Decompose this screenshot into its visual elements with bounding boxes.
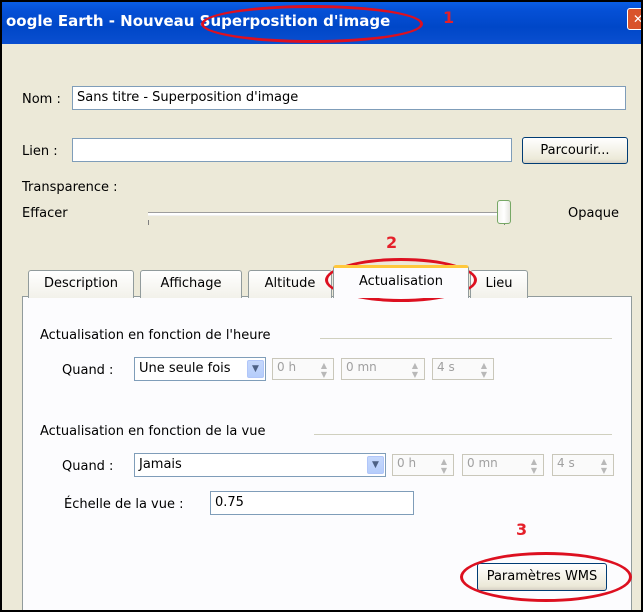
refresh-time-when-label: Quand : (62, 363, 114, 378)
tab-lieu[interactable]: Lieu (470, 270, 528, 298)
refresh-time-when-value: Une seule fois (139, 361, 231, 376)
refresh-time-when-select[interactable]: Une seule fois ▼ (134, 357, 266, 381)
browse-button[interactable]: Parcourir... (522, 137, 628, 164)
view-scale-label: Échelle de la vue : (64, 497, 184, 512)
refresh-view-when-select[interactable]: Jamais ▼ (134, 453, 386, 477)
transparency-slider-thumb[interactable] (497, 200, 511, 224)
refresh-view-hours-value: 0 h (397, 456, 417, 470)
spin-up-down-icon[interactable]: ▲ ▼ (477, 361, 491, 379)
refresh-time-hours-spinner[interactable]: 0 h ▲ ▼ (272, 358, 334, 380)
wms-settings-button[interactable]: Paramètres WMS (477, 563, 607, 591)
spin-up-down-icon[interactable]: ▲ ▼ (527, 457, 541, 475)
group-divider (314, 434, 612, 435)
spin-up-down-icon[interactable]: ▲ ▼ (317, 361, 331, 379)
transparency-label: Transparence : (22, 180, 118, 195)
tab-description[interactable]: Description (28, 270, 134, 298)
slider-max-label: Opaque (568, 206, 619, 221)
spin-up-down-icon[interactable]: ▲ ▼ (408, 361, 422, 379)
refresh-time-group-title: Actualisation en fonction de l'heure (40, 328, 271, 343)
tab-actualisation[interactable]: Actualisation (333, 265, 469, 298)
group-divider (320, 338, 612, 339)
name-input[interactable]: Sans titre - Superposition d'image (72, 86, 626, 110)
name-label: Nom : (22, 92, 61, 107)
refresh-time-minutes-value: 0 mn (346, 360, 377, 374)
refresh-time-seconds-value: 4 s (437, 360, 455, 374)
refresh-time-hours-value: 0 h (277, 360, 297, 374)
tab-affichage[interactable]: Affichage (140, 270, 242, 298)
spin-up-down-icon[interactable]: ▲ ▼ (437, 457, 451, 475)
close-icon[interactable]: ✕ (627, 8, 643, 30)
link-label: Lien : (22, 144, 58, 159)
spin-up-down-icon[interactable]: ▲ ▼ (597, 457, 611, 475)
refresh-view-when-value: Jamais (139, 457, 182, 472)
transparency-slider-track[interactable] (148, 212, 508, 216)
refresh-view-when-label: Quand : (62, 459, 114, 474)
slider-tick-start (148, 220, 149, 225)
window-title: oogle Earth - Nouveau Superposition d'im… (6, 12, 391, 30)
refresh-time-seconds-spinner[interactable]: 4 s ▲ ▼ (432, 358, 494, 380)
chevron-down-icon[interactable]: ▼ (367, 456, 384, 474)
refresh-view-group-title: Actualisation en fonction de la vue (40, 424, 266, 439)
refresh-view-seconds-value: 4 s (557, 456, 575, 470)
annotation-marker-3: 3 (516, 520, 528, 539)
view-scale-input[interactable]: 0.75 (210, 491, 414, 515)
tab-altitude[interactable]: Altitude (248, 270, 332, 298)
annotation-marker-2: 2 (386, 233, 398, 252)
refresh-view-minutes-value: 0 mn (467, 456, 498, 470)
refresh-view-minutes-spinner[interactable]: 0 mn ▲ ▼ (462, 454, 544, 476)
refresh-time-minutes-spinner[interactable]: 0 mn ▲ ▼ (341, 358, 425, 380)
refresh-view-hours-spinner[interactable]: 0 h ▲ ▼ (392, 454, 454, 476)
chevron-down-icon[interactable]: ▼ (247, 360, 264, 378)
refresh-view-seconds-spinner[interactable]: 4 s ▲ ▼ (552, 454, 614, 476)
link-input[interactable] (72, 138, 512, 162)
annotation-marker-1: 1 (443, 8, 455, 27)
slider-min-label: Effacer (22, 206, 68, 221)
